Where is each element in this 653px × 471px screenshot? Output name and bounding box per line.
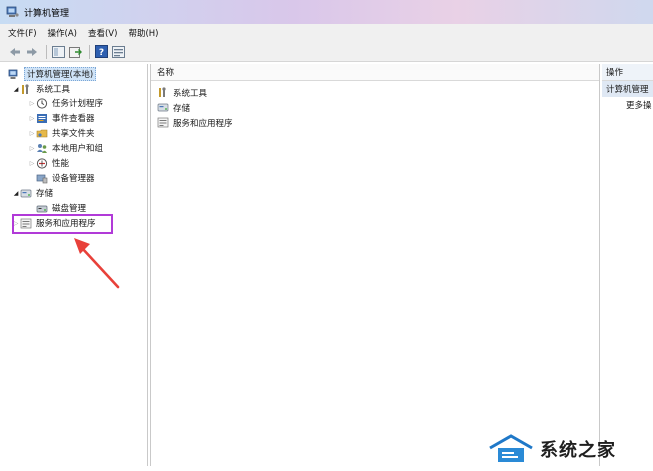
- column-header-label: 名称: [157, 68, 175, 78]
- list-pane: 名称 系统工具 存储 服务和应用程序: [150, 64, 600, 466]
- menu-action[interactable]: 操作(A): [48, 27, 77, 39]
- forward-icon[interactable]: [25, 45, 39, 59]
- expand-triangle-icon[interactable]: ▷: [28, 100, 36, 107]
- toolbar-separator: [89, 44, 90, 59]
- expand-triangle-icon[interactable]: ▷: [28, 130, 36, 137]
- tree-item-event-viewer[interactable]: ▷ 事件查看器: [28, 111, 95, 125]
- more-actions-label: 更多操: [626, 101, 652, 111]
- tree-item-label: 本地用户和组: [52, 144, 104, 154]
- tree-item-task-scheduler[interactable]: ▷ 任务计划程序: [28, 96, 103, 110]
- actions-header-label: 操作: [606, 68, 624, 78]
- users-icon: [36, 143, 48, 154]
- toolbar-separator: [46, 44, 47, 59]
- device-manager-icon: [36, 173, 48, 184]
- show-hide-tree-icon[interactable]: [51, 45, 65, 59]
- watermark-logo: 系统之家: [488, 430, 653, 468]
- tools-icon: [157, 87, 169, 98]
- clock-icon: [36, 97, 48, 109]
- house-logo-icon: [489, 434, 533, 462]
- storage-icon: [20, 188, 32, 199]
- storage-icon: [157, 102, 169, 113]
- title-bar: 计算机管理: [0, 0, 653, 24]
- expand-triangle-icon[interactable]: ▷: [28, 145, 36, 152]
- window-title: 计算机管理: [24, 8, 70, 19]
- tree-item-local-users-groups[interactable]: ▷ 本地用户和组: [28, 141, 103, 155]
- column-header-name[interactable]: 名称: [151, 64, 599, 81]
- services-icon: [157, 117, 169, 128]
- tree-item-label: 共享文件夹: [52, 129, 95, 139]
- actions-pane: 操作 计算机管理 更多操: [602, 64, 653, 466]
- computer-management-icon: [8, 69, 20, 80]
- highlight-box: [12, 214, 113, 234]
- performance-icon: [36, 157, 48, 169]
- expand-triangle-icon[interactable]: ▷: [28, 160, 36, 167]
- more-actions-link[interactable]: 更多操: [602, 97, 653, 113]
- help-icon[interactable]: ?: [94, 45, 108, 59]
- menu-bar: 文件(F) 操作(A) 查看(V) 帮助(H): [0, 24, 653, 42]
- list-item-label: 系统工具: [173, 88, 208, 99]
- tree-item-label: 设备管理器: [52, 174, 95, 184]
- expand-triangle-icon[interactable]: ▷: [28, 115, 36, 122]
- tree-item-performance[interactable]: ▷ 性能: [28, 156, 69, 170]
- actions-section-label: 计算机管理: [606, 85, 649, 95]
- tools-icon: [20, 83, 32, 95]
- list-item-label: 服务和应用程序: [173, 118, 233, 129]
- properties-icon[interactable]: [111, 45, 125, 59]
- annotation-arrow-icon: [74, 238, 120, 289]
- tree-item-label: 性能: [52, 159, 70, 169]
- tree-item-label: 磁盘管理: [52, 204, 87, 214]
- tree-item-label: 存储: [36, 189, 54, 199]
- tree-root-label: 计算机管理(本地): [24, 67, 97, 81]
- toolbar: ?: [0, 42, 653, 62]
- list-item-label: 存储: [173, 103, 191, 114]
- svg-text:?: ?: [98, 48, 103, 58]
- tree-item-label: 任务计划程序: [52, 99, 104, 109]
- collapse-triangle-icon[interactable]: ◢: [12, 86, 20, 93]
- actions-header: 操作: [602, 64, 653, 81]
- disk-icon: [36, 203, 48, 214]
- collapse-triangle-icon[interactable]: ◢: [12, 190, 20, 197]
- tree-item-shared-folders[interactable]: ▷ 共享文件夹: [28, 126, 95, 140]
- export-list-icon[interactable]: [68, 45, 82, 59]
- actions-section-title[interactable]: 计算机管理: [602, 81, 653, 97]
- menu-file[interactable]: 文件(F): [8, 27, 37, 39]
- list-item-system-tools[interactable]: 系统工具: [157, 85, 207, 100]
- event-viewer-icon: [36, 113, 48, 124]
- menu-view[interactable]: 查看(V): [88, 27, 117, 39]
- menu-help[interactable]: 帮助(H): [128, 27, 158, 39]
- tree-item-storage[interactable]: ◢ 存储: [12, 186, 53, 200]
- tree-item-system-tools[interactable]: ◢ 系统工具: [12, 82, 70, 96]
- tree-item-label: 事件查看器: [52, 114, 95, 124]
- computer-management-icon: [6, 6, 19, 18]
- list-item-services-applications[interactable]: 服务和应用程序: [157, 115, 233, 130]
- shared-folder-icon: [36, 128, 48, 139]
- list-item-storage[interactable]: 存储: [157, 100, 190, 115]
- back-icon[interactable]: [8, 45, 22, 59]
- tree-item-disk-management[interactable]: 磁盘管理: [36, 201, 86, 215]
- tree-item-device-manager[interactable]: 设备管理器: [36, 171, 95, 185]
- tree-item-label: 系统工具: [36, 85, 71, 95]
- tree-root[interactable]: 计算机管理(本地): [8, 67, 97, 81]
- watermark-text: 系统之家: [540, 440, 616, 461]
